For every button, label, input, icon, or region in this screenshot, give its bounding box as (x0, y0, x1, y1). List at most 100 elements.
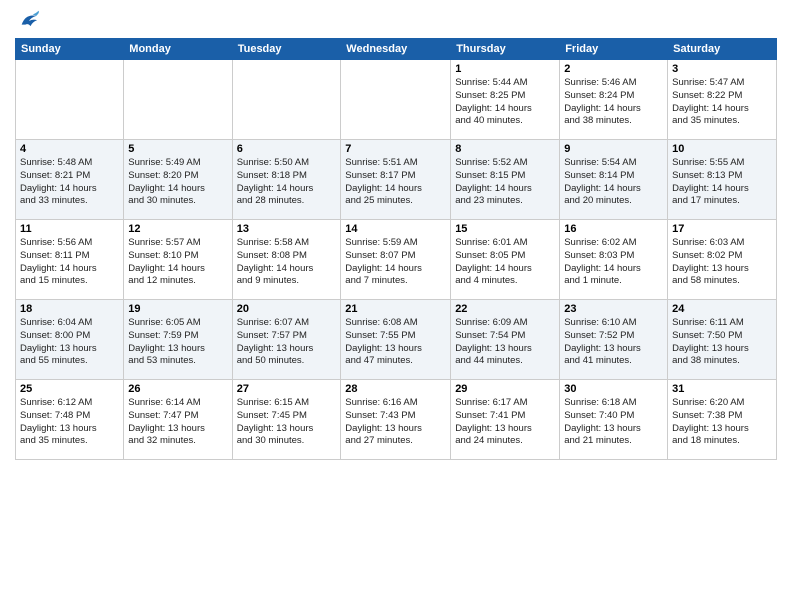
calendar-cell: 3 Sunrise: 5:47 AMSunset: 8:22 PMDaylight… (668, 60, 777, 140)
day-number: 7 (345, 143, 446, 155)
day-info: Sunrise: 6:01 AMSunset: 8:05 PMDaylight:… (455, 237, 555, 288)
calendar-header-row: SundayMondayTuesdayWednesdayThursdayFrid… (16, 39, 777, 60)
day-info: Sunrise: 5:51 AMSunset: 8:17 PMDaylight:… (345, 157, 446, 208)
calendar-cell: 11 Sunrise: 5:56 AMSunset: 8:11 PMDayligh… (16, 220, 124, 300)
day-info: Sunrise: 5:52 AMSunset: 8:15 PMDaylight:… (455, 157, 555, 208)
calendar-week-3: 11 Sunrise: 5:56 AMSunset: 8:11 PMDayligh… (16, 220, 777, 300)
day-number: 8 (455, 143, 555, 155)
day-info: Sunrise: 6:04 AMSunset: 8:00 PMDaylight:… (20, 317, 119, 368)
day-number: 26 (128, 383, 227, 395)
calendar-cell (232, 60, 341, 140)
calendar-week-5: 25Sunrise: 6:12 AMSunset: 7:48 PMDayligh… (16, 380, 777, 460)
calendar-cell (341, 60, 451, 140)
calendar-cell: 14Sunrise: 5:59 AMSunset: 8:07 PMDayligh… (341, 220, 451, 300)
day-info: Sunrise: 5:58 AMSunset: 8:08 PMDaylight:… (237, 237, 337, 288)
calendar-cell: 26 Sunrise: 6:14 AMSunset: 7:47 PMDayligh… (124, 380, 232, 460)
calendar-cell: 7 Sunrise: 5:51 AMSunset: 8:17 PMDaylight… (341, 140, 451, 220)
calendar-table: SundayMondayTuesdayWednesdayThursdayFrid… (15, 38, 777, 460)
day-info: Sunrise: 6:15 AMSunset: 7:45 PMDaylight:… (237, 397, 337, 448)
calendar-cell: 28 Sunrise: 6:16 AMSunset: 7:43 PMDayligh… (341, 380, 451, 460)
day-of-week-thursday: Thursday (451, 39, 560, 60)
day-number: 6 (237, 143, 337, 155)
logo (15, 10, 40, 32)
calendar-cell: 13 Sunrise: 5:58 AMSunset: 8:08 PMDayligh… (232, 220, 341, 300)
calendar-cell: 4Sunrise: 5:48 AMSunset: 8:21 PMDaylight… (16, 140, 124, 220)
day-number: 4 (20, 143, 119, 155)
calendar-cell: 25Sunrise: 6:12 AMSunset: 7:48 PMDayligh… (16, 380, 124, 460)
day-info: Sunrise: 5:46 AMSunset: 8:24 PMDaylight:… (564, 77, 663, 128)
calendar-cell: 21Sunrise: 6:08 AMSunset: 7:55 PMDayligh… (341, 300, 451, 380)
day-number: 12 (128, 223, 227, 235)
day-number: 31 (672, 383, 772, 395)
day-info: Sunrise: 5:56 AMSunset: 8:11 PMDaylight:… (20, 237, 119, 288)
calendar-cell: 20 Sunrise: 6:07 AMSunset: 7:57 PMDayligh… (232, 300, 341, 380)
calendar-cell (124, 60, 232, 140)
day-number: 10 (672, 143, 772, 155)
calendar-cell: 19Sunrise: 6:05 AMSunset: 7:59 PMDayligh… (124, 300, 232, 380)
day-number: 16 (564, 223, 663, 235)
day-of-week-wednesday: Wednesday (341, 39, 451, 60)
day-info: Sunrise: 6:07 AMSunset: 7:57 PMDaylight:… (237, 317, 337, 368)
day-info: Sunrise: 5:47 AMSunset: 8:22 PMDaylight:… (672, 77, 772, 128)
calendar-cell (16, 60, 124, 140)
day-info: Sunrise: 6:12 AMSunset: 7:48 PMDaylight:… (20, 397, 119, 448)
day-info: Sunrise: 5:50 AMSunset: 8:18 PMDaylight:… (237, 157, 337, 208)
day-info: Sunrise: 6:17 AMSunset: 7:41 PMDaylight:… (455, 397, 555, 448)
day-number: 5 (128, 143, 227, 155)
day-info: Sunrise: 6:09 AMSunset: 7:54 PMDaylight:… (455, 317, 555, 368)
calendar-cell: 31Sunrise: 6:20 AMSunset: 7:38 PMDayligh… (668, 380, 777, 460)
day-info: Sunrise: 6:14 AMSunset: 7:47 PMDaylight:… (128, 397, 227, 448)
calendar-cell: 24 Sunrise: 6:11 AMSunset: 7:50 PMDayligh… (668, 300, 777, 380)
page: SundayMondayTuesdayWednesdayThursdayFrid… (0, 0, 792, 612)
day-info: Sunrise: 6:18 AMSunset: 7:40 PMDaylight:… (564, 397, 663, 448)
day-number: 27 (237, 383, 337, 395)
calendar-cell: 2Sunrise: 5:46 AMSunset: 8:24 PMDaylight… (560, 60, 668, 140)
calendar-week-1: 1Sunrise: 5:44 AMSunset: 8:25 PMDaylight… (16, 60, 777, 140)
day-number: 13 (237, 223, 337, 235)
logo-bird-icon (18, 10, 40, 32)
calendar-cell: 18 Sunrise: 6:04 AMSunset: 8:00 PMDayligh… (16, 300, 124, 380)
day-info: Sunrise: 5:57 AMSunset: 8:10 PMDaylight:… (128, 237, 227, 288)
day-info: Sunrise: 5:59 AMSunset: 8:07 PMDaylight:… (345, 237, 446, 288)
day-info: Sunrise: 6:16 AMSunset: 7:43 PMDaylight:… (345, 397, 446, 448)
day-info: Sunrise: 6:05 AMSunset: 7:59 PMDaylight:… (128, 317, 227, 368)
day-number: 18 (20, 303, 119, 315)
calendar-cell: 10 Sunrise: 5:55 AMSunset: 8:13 PMDayligh… (668, 140, 777, 220)
day-number: 24 (672, 303, 772, 315)
day-number: 9 (564, 143, 663, 155)
calendar-cell: 8 Sunrise: 5:52 AMSunset: 8:15 PMDaylight… (451, 140, 560, 220)
calendar-cell: 22 Sunrise: 6:09 AMSunset: 7:54 PMDayligh… (451, 300, 560, 380)
day-of-week-sunday: Sunday (16, 39, 124, 60)
calendar-cell: 12 Sunrise: 5:57 AMSunset: 8:10 PMDayligh… (124, 220, 232, 300)
day-number: 28 (345, 383, 446, 395)
calendar-cell: 1Sunrise: 5:44 AMSunset: 8:25 PMDaylight… (451, 60, 560, 140)
calendar-week-2: 4Sunrise: 5:48 AMSunset: 8:21 PMDaylight… (16, 140, 777, 220)
day-info: Sunrise: 5:55 AMSunset: 8:13 PMDaylight:… (672, 157, 772, 208)
day-number: 29 (455, 383, 555, 395)
calendar-cell: 5 Sunrise: 5:49 AMSunset: 8:20 PMDaylight… (124, 140, 232, 220)
day-info: Sunrise: 6:02 AMSunset: 8:03 PMDaylight:… (564, 237, 663, 288)
day-number: 23 (564, 303, 663, 315)
calendar-cell: 30 Sunrise: 6:18 AMSunset: 7:40 PMDayligh… (560, 380, 668, 460)
calendar-cell: 16 Sunrise: 6:02 AMSunset: 8:03 PMDayligh… (560, 220, 668, 300)
header (15, 10, 777, 32)
day-number: 3 (672, 63, 772, 75)
day-number: 15 (455, 223, 555, 235)
day-of-week-monday: Monday (124, 39, 232, 60)
day-number: 1 (455, 63, 555, 75)
day-of-week-saturday: Saturday (668, 39, 777, 60)
day-info: Sunrise: 6:11 AMSunset: 7:50 PMDaylight:… (672, 317, 772, 368)
calendar-cell: 23Sunrise: 6:10 AMSunset: 7:52 PMDayligh… (560, 300, 668, 380)
day-info: Sunrise: 5:54 AMSunset: 8:14 PMDaylight:… (564, 157, 663, 208)
calendar-cell: 29 Sunrise: 6:17 AMSunset: 7:41 PMDayligh… (451, 380, 560, 460)
day-number: 21 (345, 303, 446, 315)
calendar-cell: 27 Sunrise: 6:15 AMSunset: 7:45 PMDayligh… (232, 380, 341, 460)
day-number: 11 (20, 223, 119, 235)
day-number: 22 (455, 303, 555, 315)
calendar-cell: 15 Sunrise: 6:01 AMSunset: 8:05 PMDayligh… (451, 220, 560, 300)
day-info: Sunrise: 5:49 AMSunset: 8:20 PMDaylight:… (128, 157, 227, 208)
day-number: 20 (237, 303, 337, 315)
calendar-cell: 6 Sunrise: 5:50 AMSunset: 8:18 PMDaylight… (232, 140, 341, 220)
day-of-week-friday: Friday (560, 39, 668, 60)
day-number: 30 (564, 383, 663, 395)
